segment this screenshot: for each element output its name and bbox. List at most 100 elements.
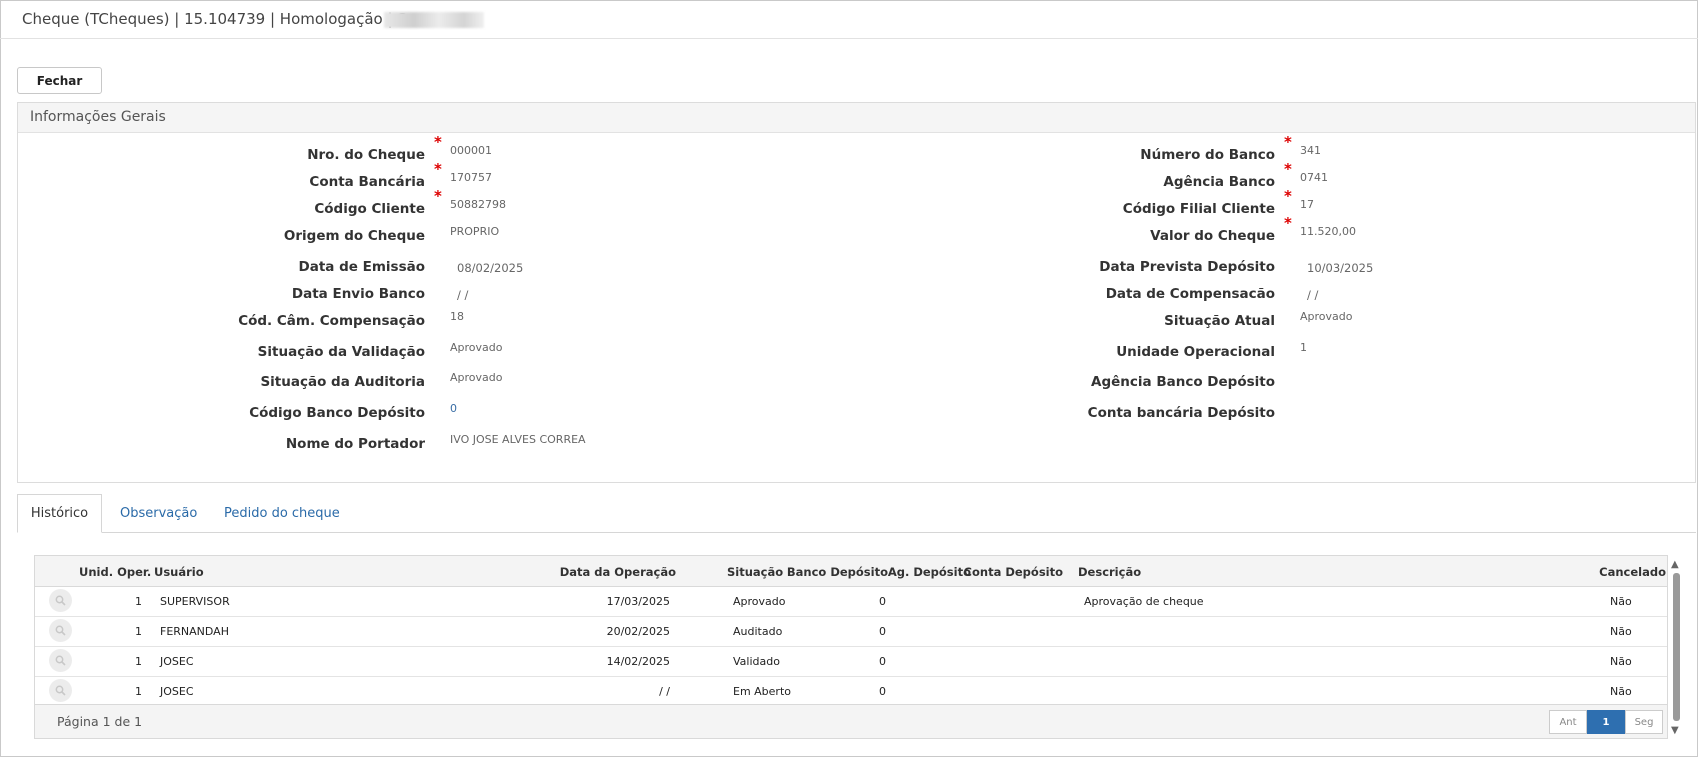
required-marker: * [434, 160, 442, 178]
label-cod-cam-compensacao: Cód. Câm. Compensação [238, 313, 425, 329]
label-conta-bancaria-deposito: Conta bancária Depósito [1087, 405, 1275, 421]
window-title: Cheque (TCheques) | 15.104739 | Homologa… [22, 10, 407, 28]
panel-header: Informações Gerais [18, 103, 1695, 133]
value-nro-cheque: 000001 [450, 144, 492, 157]
page-info: Página 1 de 1 [57, 714, 143, 729]
magnifier-icon[interactable] [49, 619, 72, 642]
value-codigo-cliente: 50882798 [450, 198, 506, 211]
cell-situacao: Aprovado [733, 595, 786, 608]
prev-page-button[interactable]: Ant [1549, 710, 1587, 734]
table-row[interactable]: 1 JOSEC 14/02/2025 Validado 0 Não [35, 646, 1667, 677]
value-data-envio-banco: / / [457, 288, 469, 302]
magnifier-icon[interactable] [49, 649, 72, 672]
panel-title: Informações Gerais [30, 109, 166, 125]
page-1-button[interactable]: 1 [1587, 710, 1625, 734]
tab-pedido-cheque[interactable]: Pedido do cheque [224, 494, 340, 532]
label-data-envio-banco: Data Envio Banco [291, 286, 425, 302]
value-situacao-atual: Aprovado [1300, 310, 1353, 323]
cell-usuario: SUPERVISOR [160, 595, 230, 608]
label-situacao-auditoria: Situação da Auditoria [260, 374, 425, 390]
label-data-compensacao: Data de Compensacão [1105, 286, 1275, 302]
cell-banco: 0 [879, 595, 886, 608]
value-data-prevista-deposito: 10/03/2025 [1307, 261, 1374, 275]
tab-historico[interactable]: Histórico [17, 494, 102, 533]
label-agencia-banco: Agência Banco [1163, 174, 1275, 190]
col-situacao[interactable]: Situação [727, 565, 783, 579]
cell-unid: 1 [135, 595, 142, 608]
cell-cancelado: Não [1610, 655, 1632, 668]
required-marker: * [1284, 187, 1292, 205]
cell-situacao: Validado [733, 655, 780, 668]
history-grid: Unid. Oper. Usuário Data da Operação Sit… [34, 555, 1668, 707]
required-marker: * [434, 133, 442, 151]
title-bar: Cheque (TCheques) | 15.104739 | Homologa… [0, 0, 1698, 39]
cell-banco: 0 [879, 685, 886, 698]
col-descricao[interactable]: Descrição [1078, 565, 1141, 579]
arrow-down-icon[interactable]: ▼ [1671, 725, 1679, 736]
cell-descricao: Aprovação de cheque [1084, 595, 1204, 608]
cell-data: 20/02/2025 [606, 625, 670, 638]
close-button[interactable]: Fechar [17, 67, 102, 94]
value-agencia-banco: 0741 [1300, 171, 1328, 184]
label-situacao-atual: Situação Atual [1164, 313, 1275, 329]
cell-unid: 1 [135, 685, 142, 698]
cell-banco: 0 [879, 655, 886, 668]
general-info-panel: Informações Gerais Nro. do Cheque * 0000… [17, 102, 1696, 483]
scrollbar-thumb[interactable] [1673, 573, 1680, 721]
value-data-emissao: 08/02/2025 [457, 261, 524, 275]
col-ag-deposito[interactable]: Ag. Depósito [888, 565, 971, 579]
cell-usuario: FERNANDAH [160, 625, 229, 638]
col-usuario[interactable]: Usuário [154, 565, 204, 579]
value-data-compensacao: / / [1307, 288, 1319, 302]
tab-observacao[interactable]: Observação [120, 494, 197, 532]
table-row[interactable]: 1 FERNANDAH 20/02/2025 Auditado 0 Não [35, 616, 1667, 647]
magnifier-icon[interactable] [49, 679, 72, 702]
label-codigo-banco-deposito: Código Banco Depósito [249, 405, 425, 421]
col-unid-oper[interactable]: Unid. Oper. [79, 565, 151, 579]
cell-unid: 1 [135, 655, 142, 668]
pager: Ant 1 Seg [1549, 710, 1663, 734]
label-data-prevista-deposito: Data Prevista Depósito [1099, 259, 1275, 275]
col-data-operacao[interactable]: Data da Operação [560, 565, 676, 579]
label-origem-cheque: Origem do Cheque [283, 228, 425, 244]
value-situacao-validacao: Aprovado [450, 341, 503, 354]
label-codigo-filial-cliente: Código Filial Cliente [1122, 201, 1275, 217]
label-data-emissao: Data de Emissão [298, 259, 425, 275]
cell-banco: 0 [879, 625, 886, 638]
cell-data: 14/02/2025 [606, 655, 670, 668]
value-unidade-operacional: 1 [1300, 341, 1307, 354]
label-situacao-validacao: Situação da Validação [257, 344, 425, 360]
table-row[interactable]: 1 JOSEC / / Em Aberto 0 Não [35, 676, 1667, 707]
label-nome-portador: Nome do Portador [285, 436, 425, 452]
label-codigo-cliente: Código Cliente [314, 201, 425, 217]
magnifier-icon[interactable] [49, 589, 72, 612]
cell-cancelado: Não [1610, 625, 1632, 638]
cell-cancelado: Não [1610, 685, 1632, 698]
pagination-bar: Página 1 de 1 Ant 1 Seg [35, 704, 1667, 738]
label-agencia-banco-deposito: Agência Banco Depósito [1091, 374, 1275, 390]
required-marker: * [1284, 133, 1292, 151]
next-page-button[interactable]: Seg [1625, 710, 1663, 734]
cell-situacao: Auditado [733, 625, 783, 638]
col-conta-deposito[interactable]: Conta Depósito [964, 565, 1063, 579]
label-numero-banco: Número do Banco [1140, 147, 1275, 163]
value-origem-cheque: PROPRIO [450, 225, 500, 238]
label-valor-cheque: Valor do Cheque [1150, 228, 1275, 244]
grid-header: Unid. Oper. Usuário Data da Operação Sit… [35, 556, 1667, 587]
required-marker: * [1284, 160, 1292, 178]
label-nro-cheque: Nro. do Cheque [307, 147, 425, 163]
col-banco-deposito[interactable]: Banco Depósito [787, 565, 888, 579]
redacted-text [384, 12, 484, 28]
required-marker: * [434, 187, 442, 205]
grid-footer: Página 1 de 1 Ant 1 Seg [34, 704, 1668, 739]
cell-usuario: JOSEC [160, 685, 194, 698]
cell-usuario: JOSEC [160, 655, 194, 668]
value-codigo-banco-deposito: 0 [450, 402, 457, 415]
value-situacao-auditoria: Aprovado [450, 371, 503, 384]
table-row[interactable]: 1 SUPERVISOR 17/03/2025 Aprovado 0 Aprov… [35, 586, 1667, 617]
cell-situacao: Em Aberto [733, 685, 792, 698]
arrow-up-icon[interactable]: ▲ [1671, 559, 1679, 570]
col-cancelado[interactable]: Cancelado [1599, 565, 1666, 579]
cell-data: / / [659, 685, 670, 698]
grid-scrollbar[interactable]: ▲ ▼ [1670, 559, 1682, 736]
